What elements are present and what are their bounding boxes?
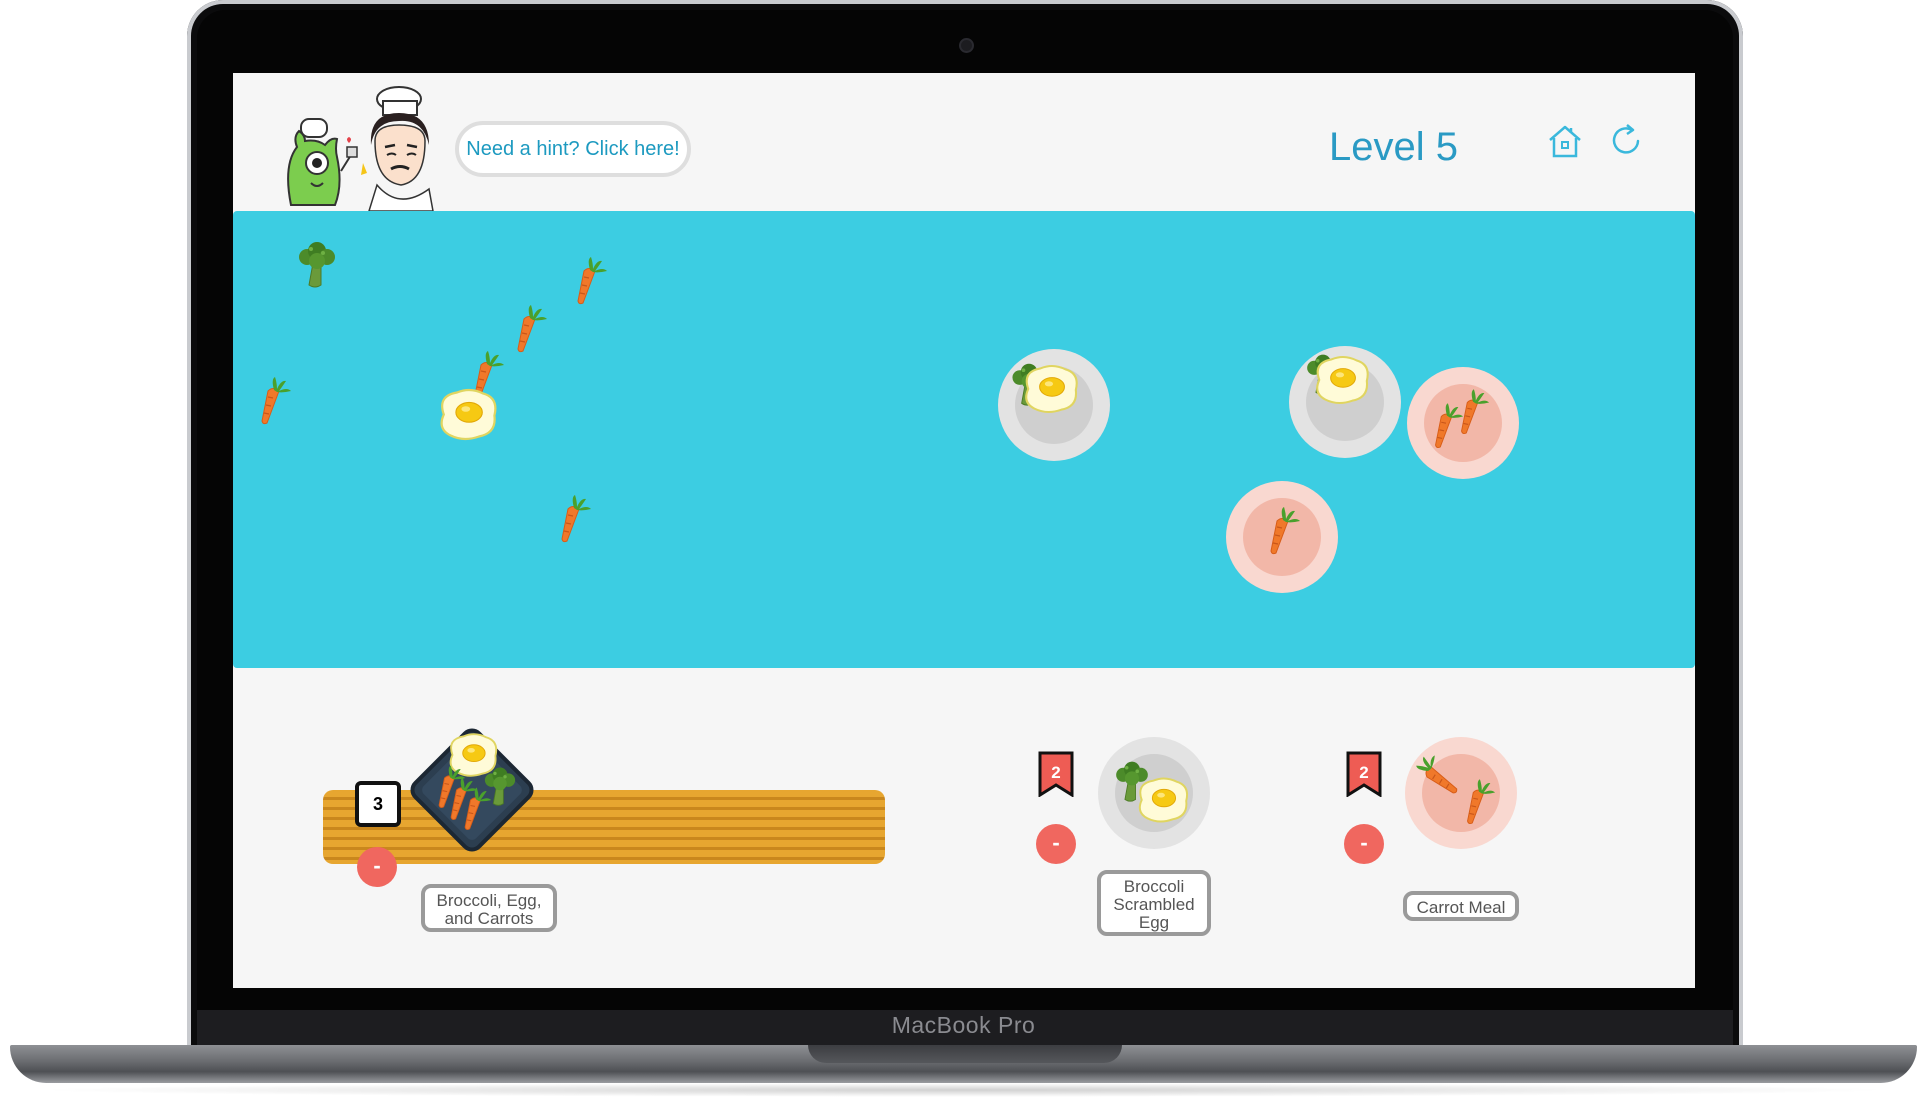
chef-mascots-icon <box>287 86 434 211</box>
meal-plate-broccoli-scrambled-egg[interactable] <box>1098 737 1210 849</box>
carrot-item[interactable] <box>569 257 609 307</box>
remove-meal-button[interactable]: - <box>357 847 397 887</box>
laptop-shadow <box>30 1083 1897 1097</box>
remove-meal-button[interactable]: - <box>1344 824 1384 864</box>
play-field <box>233 211 1695 668</box>
carrot-item[interactable] <box>509 305 549 355</box>
meal-count-badge: 2 <box>1359 763 1369 782</box>
hint-button[interactable]: Need a hint? Click here! <box>455 121 691 177</box>
carrot-item[interactable] <box>553 495 593 545</box>
carrot-item[interactable] <box>253 377 293 427</box>
meal-box-broccoli-egg-carrots[interactable] <box>403 721 541 859</box>
meal-count-badge: 2 <box>1051 763 1061 782</box>
plate-carrot[interactable] <box>1226 481 1338 593</box>
camera-icon <box>959 38 974 53</box>
broccoli-item[interactable] <box>297 239 337 289</box>
remove-meal-button[interactable]: - <box>1036 824 1076 864</box>
egg-item[interactable] <box>435 387 501 442</box>
device-brand: MacBook Pro <box>891 1012 1036 1038</box>
meal-plate-carrot-meal[interactable] <box>1405 737 1517 849</box>
meal-label: Broccoli Scrambled Egg <box>1097 870 1211 936</box>
meal-count-badge: 3 <box>355 781 401 827</box>
header: Need a hint? Click here! Level 5 <box>233 73 1695 211</box>
plate-broccoli-egg[interactable] <box>998 349 1110 461</box>
level-title: Level 5 <box>1329 125 1458 169</box>
home-icon[interactable] <box>1547 123 1583 159</box>
meal-label: Carrot Meal <box>1403 891 1519 921</box>
meal-label: Broccoli, Egg, and Carrots <box>421 884 557 932</box>
refresh-icon[interactable] <box>1610 123 1642 157</box>
laptop-notch <box>808 1045 1122 1063</box>
plate-carrot-meal[interactable] <box>1407 367 1519 479</box>
plate-broccoli-egg[interactable] <box>1289 346 1401 458</box>
game-screen: Need a hint? Click here! Level 5 3 - Bro… <box>233 73 1695 988</box>
